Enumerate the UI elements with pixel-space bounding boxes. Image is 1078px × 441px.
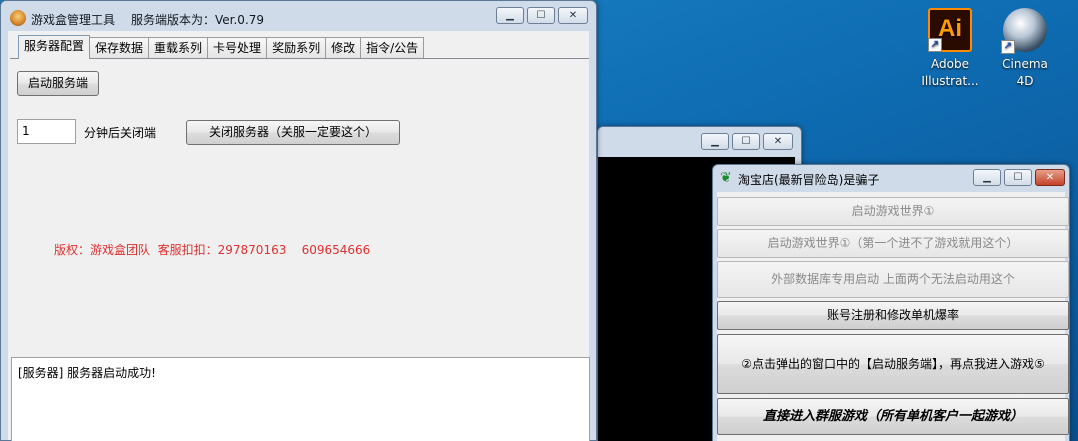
close-button[interactable]: ✕ [1035, 169, 1065, 186]
tab-commands[interactable]: 指令/公告 [360, 37, 425, 59]
minimize-button[interactable]: ▁ [496, 7, 524, 24]
maximize-button[interactable]: ☐ [732, 133, 760, 150]
cinema4d-icon: ↗ [1001, 8, 1047, 54]
external-db-launch-button[interactable]: 外部数据库专用启动 上面两个无法启动用这个 [717, 261, 1069, 298]
title-bar[interactable]: 游戏盒管理工具 服务端版本为：Ver.0.79 ▁ ☐ ✕ [1, 1, 596, 31]
launch-world-alt-button[interactable]: 启动游戏世界①（第一个进不了游戏就用这个） [717, 229, 1069, 258]
desktop-icon-cinema4d[interactable]: ↗ Cinema 4D [993, 8, 1057, 90]
window-title: 淘宝店(最新冒险岛)是骗子 [738, 173, 880, 187]
main-window[interactable]: 游戏盒管理工具 服务端版本为：Ver.0.79 ▁ ☐ ✕ 服务器配置 保存数据… [0, 0, 597, 441]
join-group-server-button[interactable]: 直接进入群服游戏（所有单机客户一起游戏） [717, 398, 1069, 435]
close-button[interactable]: ✕ [763, 133, 793, 150]
tab-rewards[interactable]: 奖励系列 [266, 37, 327, 59]
shortcut-arrow-icon: ↗ [928, 38, 942, 52]
tab-save-data[interactable]: 保存数据 [89, 37, 150, 59]
main-client-area: 服务器配置 保存数据 重载系列 卡号处理 奖励系列 修改 指令/公告 启动服务端… [8, 31, 590, 441]
shutdown-minutes-label: 分钟后关闭端 [84, 126, 157, 140]
minimize-button[interactable]: ▁ [973, 169, 1001, 186]
tab-divider [10, 58, 589, 59]
desktop-icon-label: Adobe Illustrat... [921, 57, 979, 88]
minimize-button[interactable]: ▁ [701, 133, 729, 150]
launcher-client-area: 启动游戏世界① 启动游戏世界①（第一个进不了游戏就用这个） 外部数据库专用启动 … [717, 192, 1069, 441]
server-log[interactable]: [服务器] 服务器启动成功! [11, 357, 590, 441]
copyright-text: 版权：游戏盒团队 客服扣扣：297870163 609654666 [54, 243, 371, 257]
app-icon [10, 10, 26, 26]
window-title: 游戏盒管理工具 [31, 13, 116, 27]
close-server-button[interactable]: 关闭服务器（关服一定要这个） [186, 120, 400, 145]
tab-server-config[interactable]: 服务器配置 [18, 35, 91, 59]
tab-reload[interactable]: 重载系列 [148, 37, 209, 59]
launcher-window[interactable]: ❦ 淘宝店(最新冒险岛)是骗子 ▁ ☐ ✕ 启动游戏世界① 启动游戏世界①（第一… [712, 164, 1070, 441]
start-server-button[interactable]: 启动服务端 [17, 71, 99, 96]
tab-modify[interactable]: 修改 [325, 37, 362, 59]
launch-world-button[interactable]: 启动游戏世界① [717, 197, 1069, 226]
close-button[interactable]: ✕ [558, 7, 588, 24]
account-register-button[interactable]: 账号注册和修改单机爆率 [717, 301, 1069, 330]
tab-bar: 服务器配置 保存数据 重载系列 卡号处理 奖励系列 修改 指令/公告 [18, 35, 425, 59]
title-bar[interactable]: ▁ ☐ ✕ [598, 127, 801, 157]
enter-game-button[interactable]: ②点击弹出的窗口中的【启动服务端】，再点我进入游戏⑤ [717, 334, 1069, 394]
desktop-icon-illustrator[interactable]: Ai ↗ Adobe Illustrat... [918, 8, 982, 90]
maximize-button[interactable]: ☐ [527, 7, 555, 24]
tab-card-process[interactable]: 卡号处理 [207, 37, 268, 59]
version-label: 服务端版本为：Ver.0.79 [131, 13, 265, 27]
desktop-icon-label: Cinema 4D [1002, 57, 1048, 88]
shortcut-arrow-icon: ↗ [1001, 40, 1015, 54]
leaf-icon: ❦ [720, 170, 732, 186]
illustrator-icon: Ai ↗ [928, 8, 972, 52]
maximize-button[interactable]: ☐ [1004, 169, 1032, 186]
shutdown-minutes-input[interactable]: 1 [17, 119, 76, 144]
title-bar[interactable]: ❦ 淘宝店(最新冒险岛)是骗子 ▁ ☐ ✕ [713, 165, 1069, 195]
